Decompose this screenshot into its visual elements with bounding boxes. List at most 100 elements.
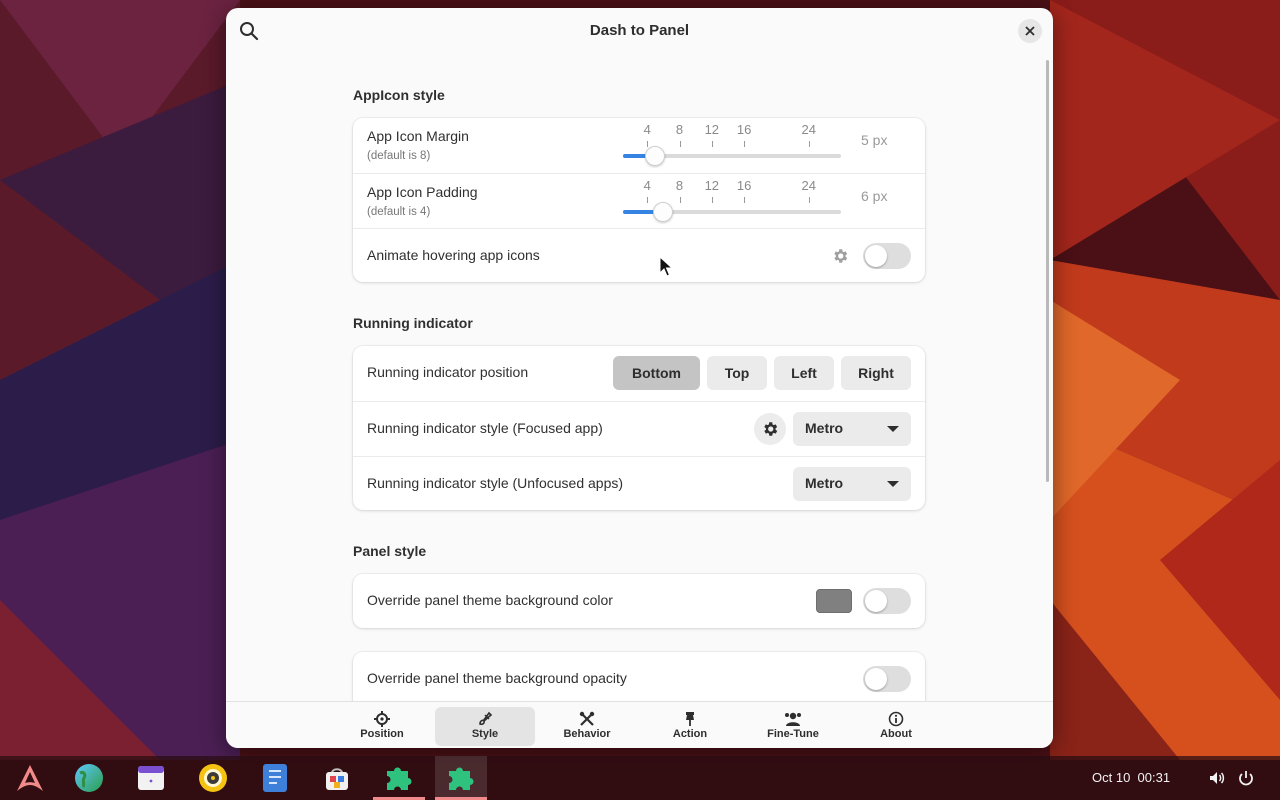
title-bar: Dash to Panel [226,8,1053,54]
appicon-style-card: App Icon Margin (default is 8) 4 8 12 16 24 … [353,118,925,282]
nav-action-label: Action [672,728,708,740]
unfocused-style-value: Metro [805,475,844,491]
taskbar: Oct 10 00:31 [0,756,1280,800]
slider-tick-label: 8 [675,122,684,137]
volume-icon[interactable] [1208,769,1226,787]
app-icon-margin-label: App Icon Margin [367,128,469,144]
app-icon-padding-slider[interactable]: 4 8 12 16 24 [623,178,841,228]
app-icon-padding-default: (default is 4) [367,206,431,218]
panel-bg-color-card: Override panel theme background color [353,574,925,628]
info-icon [887,711,905,727]
music-player-icon[interactable] [187,756,239,800]
slider-knob[interactable] [653,202,674,222]
slider-tick-mark [744,197,746,203]
dropdown-arrow-icon [887,481,899,487]
running-indicator-unfocused-row: Running indicator style (Unfocused apps)… [353,456,925,510]
position-option-right[interactable]: Right [841,356,911,390]
software-store-icon[interactable] [311,756,363,800]
slider-tick-label: 8 [675,178,684,193]
app-icon-margin-default: (default is 8) [367,150,431,162]
dropdown-arrow-icon [887,426,899,432]
pin-icon [681,711,699,727]
slider-tick-label: 16 [736,122,752,137]
nav-position-label: Position [360,728,404,740]
bottom-navigation: Position Style Behavior Action Fine-Tune [226,701,1053,748]
crosshair-icon [373,711,391,727]
slider-knob[interactable] [645,146,666,166]
window-title: Dash to Panel [589,22,690,39]
panel-bg-color-label: Override panel theme background color [367,592,613,608]
slider-tick-mark [711,197,713,203]
nav-fine-tune[interactable]: Fine-Tune [743,707,843,746]
nav-behavior-label: Behavior [563,728,611,740]
slider-tick-mark [808,197,810,203]
clock[interactable]: Oct 10 00:31 [1092,770,1170,785]
slider-tick-label: 4 [643,178,651,193]
power-icon[interactable] [1237,769,1255,787]
nav-action[interactable]: Action [640,707,740,746]
nav-position[interactable]: Position [332,707,432,746]
focused-style-settings-button[interactable] [754,413,786,445]
animate-hover-settings-button[interactable] [824,240,856,272]
nav-about-label: About [880,728,912,740]
running-indicator-focused-row: Running indicator style (Focused app) Me… [353,401,925,456]
panel-bg-color-row: Override panel theme background color [353,574,925,628]
browser-globe-icon[interactable] [63,756,115,800]
tools-icon [578,711,596,727]
text-editor-icon[interactable] [249,756,301,800]
focused-style-value: Metro [805,420,844,436]
nav-style-label: Style [471,728,499,740]
panel-bg-color-toggle[interactable] [863,588,911,614]
gear-icon [764,422,778,436]
panel-bg-opacity-toggle[interactable] [863,666,911,692]
calendar-app-icon[interactable] [125,756,177,800]
unfocused-style-dropdown[interactable]: Metro [793,467,911,501]
app-icon-padding-row: App Icon Padding (default is 4) 4 8 12 16 24… [353,173,925,228]
slider-tick-mark [679,141,681,147]
nav-style[interactable]: Style [435,707,535,746]
slider-tick-mark [679,197,681,203]
nav-about[interactable]: About [846,707,946,746]
slider-tick-label: 12 [704,178,720,193]
position-option-left[interactable]: Left [774,356,834,390]
section-title-running-indicator: Running indicator [353,315,473,331]
slider-tick-mark [808,141,810,147]
app-icon-margin-row: App Icon Margin (default is 8) 4 8 12 16 24 … [353,118,925,173]
settings-window: Dash to Panel AppIcon style App Icon Mar… [226,8,1053,748]
mouse-cursor [659,255,674,278]
app-icon-margin-slider[interactable]: 4 8 12 16 24 [623,122,841,172]
running-indicator-card: Running indicator position Bottom Top Le… [353,346,925,510]
panel-bg-color-swatch[interactable] [816,589,852,613]
clock-time: 00:31 [1137,770,1171,785]
panel-bg-opacity-row: Override panel theme background opacity [353,652,925,706]
dj-icon [784,711,802,727]
running-indicator-position-row: Running indicator position Bottom Top Le… [353,346,925,401]
position-option-top[interactable]: Top [707,356,767,390]
position-option-bottom[interactable]: Bottom [613,356,700,390]
arch-logo-icon[interactable] [4,756,56,800]
slider-tick-mark [744,141,746,147]
close-icon [1025,26,1035,36]
animate-hover-label: Animate hovering app icons [367,247,540,263]
gear-icon [834,249,848,263]
animate-hover-toggle[interactable] [863,243,911,269]
panel-bg-opacity-label: Override panel theme background opacity [367,670,627,686]
extension-puzzle-active-icon[interactable] [435,756,487,800]
slider-tick-mark [647,197,649,203]
slider-tick-label: 12 [704,122,720,137]
running-indicator-unfocused-label: Running indicator style (Unfocused apps) [367,475,624,491]
brush-icon [476,711,494,727]
section-title-appicon-style: AppIcon style [353,87,445,103]
clock-date: Oct 10 [1092,770,1131,785]
app-icon-padding-label: App Icon Padding [367,184,478,200]
app-icon-margin-value: 5 px [861,132,888,148]
focused-style-dropdown[interactable]: Metro [793,412,911,446]
close-button[interactable] [1018,19,1042,43]
scrollbar[interactable] [1046,60,1049,482]
nav-behavior[interactable]: Behavior [537,707,637,746]
slider-tick-label: 24 [801,178,816,193]
extension-puzzle-icon[interactable] [373,756,425,800]
running-indicator-focused-label: Running indicator style (Focused app) [367,420,603,436]
slider-tick-mark [647,141,649,147]
animate-hover-row: Animate hovering app icons [353,228,925,282]
